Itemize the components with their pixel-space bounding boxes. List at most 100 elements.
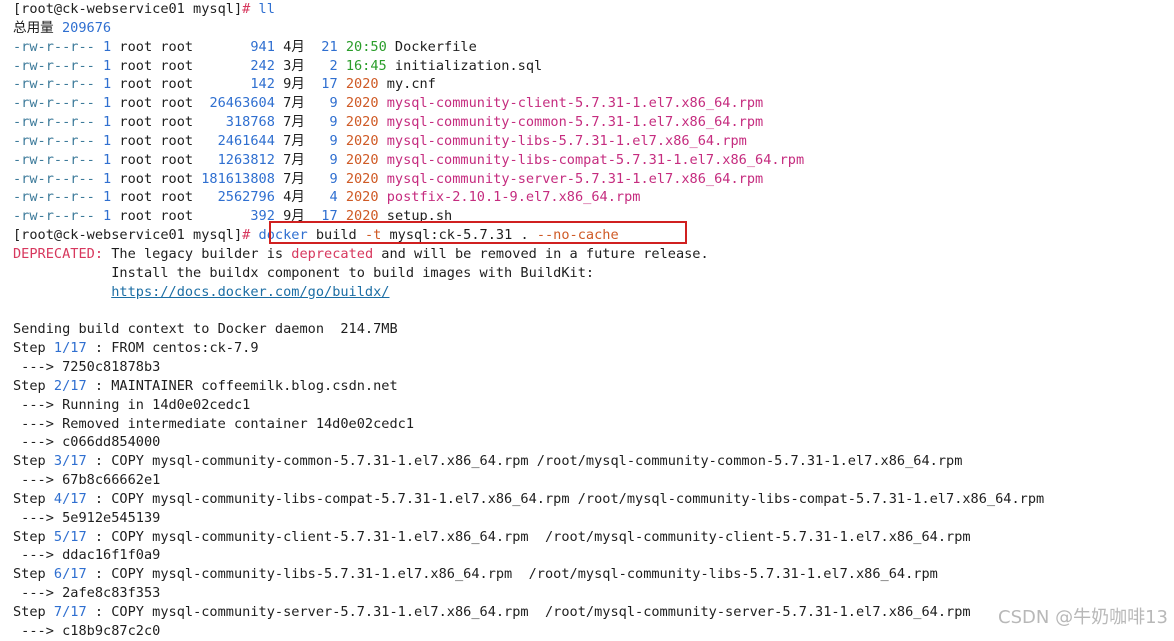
- text-segment: 1: [103, 95, 112, 112]
- text-segment: 3月: [274, 57, 330, 74]
- ls-row: -rw-r--r-- 1 root root 26463604 7月 9 202…: [0, 94, 1174, 113]
- text-segment: -rw-r--r--: [13, 151, 104, 168]
- text-segment: 2562796: [217, 189, 275, 206]
- text-segment: 2/17: [53, 377, 87, 394]
- text-segment: mysql-community-libs-5.7.31-1.el7.x86_64…: [378, 132, 747, 149]
- text-segment: docker: [258, 227, 308, 244]
- output-line: ---> 7250c81878b3: [0, 358, 1174, 377]
- text-segment: [338, 58, 346, 74]
- text-segment: ---> ddac16f1f0a9: [13, 547, 161, 564]
- text-segment: -rw-r--r--: [13, 57, 104, 74]
- ls-row: -rw-r--r-- 1 root root 242 3月 2 16:45 in…: [0, 57, 1174, 76]
- text-segment: 5/17: [53, 528, 87, 545]
- ls-row: -rw-r--r-- 1 root root 318768 7月 9 2020 …: [0, 113, 1174, 132]
- text-segment: : COPY mysql-community-client-5.7.31-1.e…: [86, 528, 971, 545]
- text-segment: 3/17: [53, 453, 87, 470]
- text-segment: 9月: [274, 208, 322, 225]
- prompt-line-1: [root@ck-webservice01 mysql]# ll: [0, 0, 1174, 19]
- text-segment: 1: [103, 189, 112, 206]
- step-line: Step 3/17 : COPY mysql-community-common-…: [0, 452, 1174, 471]
- text-segment: DEPRECATED:: [13, 245, 104, 262]
- text-segment: [338, 171, 346, 187]
- text-segment: 4月: [274, 189, 330, 206]
- text-segment: 4月: [274, 38, 322, 55]
- ls-row: -rw-r--r-- 1 root root 2461644 7月 9 2020…: [0, 132, 1174, 151]
- text-segment: 318768: [225, 114, 275, 131]
- text-segment: ck-7.9: [209, 340, 259, 357]
- text-segment: 242: [250, 57, 275, 74]
- text-segment: 26463604: [209, 95, 275, 112]
- text-segment: : MAINTAINER coffeemilk.blog.csdn.net: [86, 377, 398, 394]
- step-line: Step 5/17 : COPY mysql-community-client-…: [0, 528, 1174, 547]
- text-segment: 1: [103, 76, 112, 93]
- text-segment: 总用量: [13, 19, 62, 36]
- text-segment: 1: [103, 38, 112, 55]
- terminal-output: [root@ck-webservice01 mysql]# ll 总用量 2096…: [0, 0, 1174, 641]
- text-segment: : COPY mysql-community-libs-5.7.31-1.el7…: [86, 566, 938, 583]
- text-segment: 7月: [274, 95, 330, 112]
- text-segment: 2020: [345, 151, 379, 168]
- text-segment: 1: [103, 151, 112, 168]
- text-segment: ---> 7250c81878b3: [13, 359, 161, 376]
- text-segment: : COPY mysql-community-libs-compat-5.7.3…: [86, 490, 1045, 507]
- text-segment: [338, 133, 346, 149]
- terminal-window[interactable]: [root@ck-webservice01 mysql]# ll 总用量 2096…: [0, 0, 1174, 639]
- text-segment: 1: [103, 114, 112, 131]
- text-segment: ---> Removed intermediate container 14d0…: [13, 415, 415, 432]
- deprecated-line: DEPRECATED: The legacy builder is deprec…: [0, 245, 1174, 264]
- output-line: ---> Removed intermediate container 14d0…: [0, 415, 1174, 434]
- text-segment: 1: [103, 170, 112, 187]
- text-segment: 9: [329, 170, 338, 187]
- text-segment: [13, 284, 111, 300]
- text-segment: 7月: [274, 114, 330, 131]
- prompt-line-2: [root@ck-webservice01 mysql]# docker bui…: [0, 226, 1174, 245]
- buildx-docs-link[interactable]: https://docs.docker.com/go/buildx/: [111, 284, 389, 300]
- text-segment: ---> 67b8c66662e1: [13, 472, 161, 489]
- text-segment: 392: [250, 208, 275, 225]
- text-segment: 9月: [274, 76, 322, 93]
- text-segment: root root: [111, 189, 218, 206]
- text-segment: 2: [329, 57, 338, 74]
- text-segment: 17: [321, 76, 338, 93]
- text-segment: 1: [103, 57, 112, 74]
- text-segment: 1263812: [217, 151, 275, 168]
- text-segment: 181613808: [201, 170, 275, 187]
- text-segment: 7月: [274, 170, 330, 187]
- text-segment: mysql-community-libs-compat-5.7.31-1.el7…: [378, 151, 805, 168]
- text-segment: -rw-r--r--: [13, 95, 104, 112]
- text-segment: [root@ck-webservice01 mysql]: [13, 1, 243, 17]
- text-segment: [338, 189, 346, 205]
- text-segment: root root: [111, 170, 202, 187]
- text-segment: my.cnf: [378, 76, 436, 93]
- text-segment: 2020: [345, 95, 379, 112]
- text-segment: ---> 2afe8c83f353: [13, 585, 161, 602]
- text-segment: Step: [13, 490, 54, 507]
- ls-row: -rw-r--r-- 1 root root 142 9月 17 2020 my…: [0, 75, 1174, 94]
- text-segment: 142: [250, 76, 275, 93]
- text-segment: 9: [329, 114, 338, 131]
- text-segment: 16:45: [345, 57, 387, 74]
- text-segment: postfix-2.10.1-9.el7.x86_64.rpm: [378, 189, 641, 206]
- text-segment: Dockerfile: [386, 38, 477, 55]
- text-segment: 4/17: [53, 490, 87, 507]
- text-segment: Step: [13, 453, 54, 470]
- text-segment: [338, 39, 346, 55]
- text-segment: -rw-r--r--: [13, 114, 104, 131]
- text-segment: 2020: [345, 114, 379, 131]
- text-segment: ---> c18b9c87c2c0: [13, 622, 161, 639]
- text-segment: deprecated: [291, 245, 374, 262]
- total-line: 总用量 209676: [0, 19, 1174, 38]
- text-segment: 941: [250, 38, 275, 55]
- text-segment: 1: [103, 208, 112, 225]
- text-segment: --no-cache: [536, 227, 619, 244]
- text-segment: -rw-r--r--: [13, 170, 104, 187]
- text-segment: 4: [329, 189, 338, 206]
- text-segment: 1: [103, 132, 112, 149]
- ls-row: -rw-r--r-- 1 root root 181613808 7月 9 20…: [0, 170, 1174, 189]
- text-segment: #: [242, 1, 259, 17]
- text-segment: 6/17: [53, 566, 87, 583]
- text-segment: -rw-r--r--: [13, 38, 104, 55]
- text-segment: mysql-community-client-5.7.31-1.el7.x86_…: [378, 95, 764, 112]
- text-segment: -rw-r--r--: [13, 132, 104, 149]
- text-segment: initialization.sql: [386, 57, 543, 74]
